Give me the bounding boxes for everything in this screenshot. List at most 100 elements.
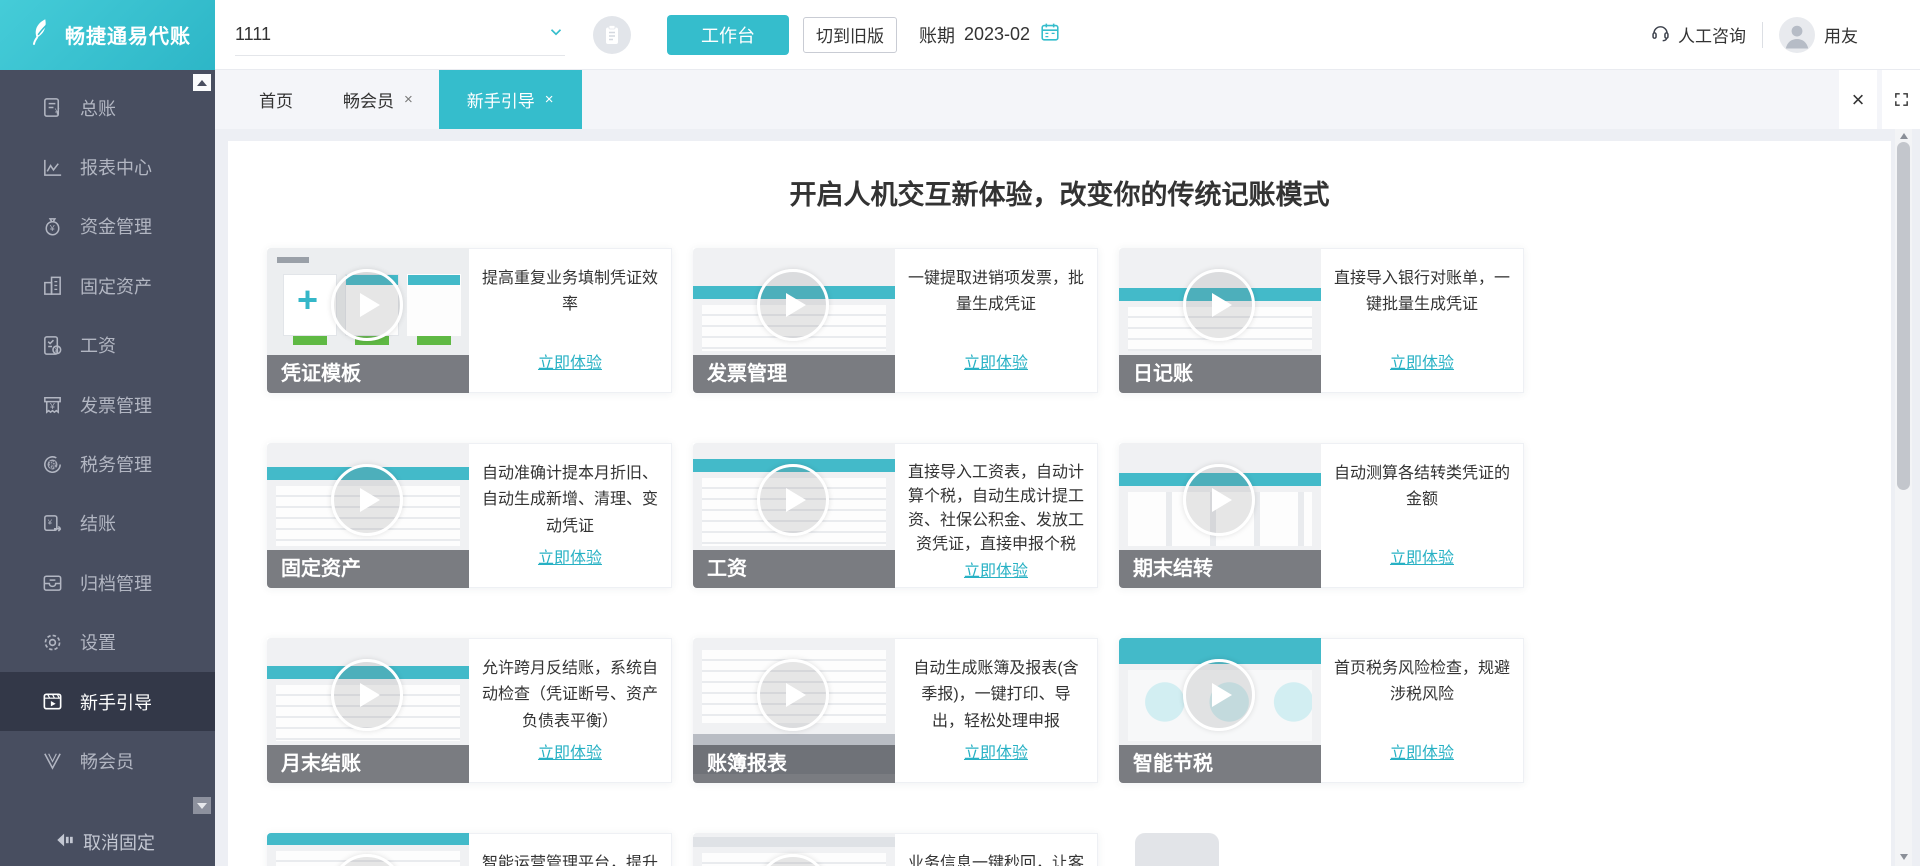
card-description: 提高重复业务填制凭证效率 bbox=[482, 270, 659, 314]
logo[interactable]: 畅捷通易代账 bbox=[0, 0, 215, 70]
sidebar-item-fixed-assets[interactable]: 固定资产 bbox=[0, 256, 215, 315]
video-thumbnail[interactable]: 凭证模板 bbox=[267, 248, 469, 393]
sidebar-item-closing[interactable]: ¥ 结账 bbox=[0, 494, 215, 553]
video-thumbnail[interactable]: 工资 bbox=[693, 443, 895, 588]
scroll-down-icon[interactable] bbox=[1895, 850, 1912, 864]
sidebar-item-fund-management[interactable]: ¥ 资金管理 bbox=[0, 197, 215, 256]
guide-card-account-reports: 账簿报表 自动生成账簿及报表(含季报)，一键打印、导出，轻松处理申报 立即体验 bbox=[693, 638, 1098, 783]
svg-text:¥: ¥ bbox=[54, 346, 58, 354]
ledger-icon: ¥ bbox=[40, 96, 64, 120]
fullscreen-icon[interactable] bbox=[1882, 70, 1920, 129]
play-icon[interactable] bbox=[757, 464, 829, 536]
tab-label: 首页 bbox=[259, 92, 293, 111]
video-label: 固定资产 bbox=[267, 550, 469, 588]
sidebar-scroll-up-icon[interactable] bbox=[193, 74, 211, 91]
try-now-link[interactable]: 立即体验 bbox=[538, 349, 602, 373]
play-icon[interactable] bbox=[1183, 269, 1255, 341]
play-icon[interactable] bbox=[757, 659, 829, 731]
video-thumbnail[interactable] bbox=[267, 833, 469, 866]
main-scrollbar[interactable] bbox=[1895, 129, 1912, 866]
account-selector[interactable]: 1111 bbox=[235, 14, 565, 56]
tab-label: 新手引导 bbox=[466, 92, 535, 111]
sidebar-item-beginner-guide[interactable]: 新手引导 bbox=[0, 671, 215, 732]
play-icon[interactable] bbox=[331, 659, 403, 731]
guide-card-period-end: 期末结转 自动测算各结转类凭证的金额 立即体验 bbox=[1119, 443, 1524, 588]
video-thumbnail[interactable]: 发票管理 bbox=[693, 248, 895, 393]
video-thumbnail[interactable]: 固定资产 bbox=[267, 443, 469, 588]
play-icon[interactable] bbox=[331, 269, 403, 341]
thumbnail-placeholder bbox=[1135, 833, 1219, 866]
card-description: 自动测算各结转类凭证的金额 bbox=[1334, 465, 1511, 509]
scroll-up-icon[interactable] bbox=[1895, 129, 1912, 143]
video-thumbnail[interactable]: 账簿报表 bbox=[693, 638, 895, 783]
card-info: 直接导入银行对账单，一键批量生成凭证 立即体验 bbox=[1321, 248, 1524, 393]
tab-home[interactable]: 首页 bbox=[235, 70, 317, 129]
video-thumbnail[interactable]: 日记账 bbox=[1119, 248, 1321, 393]
sidebar-item-settings[interactable]: 设置 bbox=[0, 613, 215, 672]
try-now-link[interactable]: 立即体验 bbox=[538, 544, 602, 568]
video-label: 智能节税 bbox=[1119, 745, 1321, 783]
play-icon[interactable] bbox=[757, 269, 829, 341]
sidebar-scroll-down-icon[interactable] bbox=[193, 797, 211, 814]
video-thumbnail[interactable]: 月末结账 bbox=[267, 638, 469, 783]
sidebar-item-archive-management[interactable]: 归档管理 bbox=[0, 553, 215, 612]
video-thumbnail[interactable] bbox=[693, 833, 895, 866]
unpin-sidebar-button[interactable]: 取消固定 bbox=[55, 829, 155, 855]
sidebar-item-label: 资金管理 bbox=[80, 217, 152, 238]
scrollbar-thumb[interactable] bbox=[1897, 142, 1910, 490]
logo-text: 畅捷通易代账 bbox=[65, 26, 191, 48]
sidebar: ¥ 总账 报表中心 ¥ 资金管理 固定资产 ¥ 工资 ¥ 发票管理 税 税务管理… bbox=[0, 70, 215, 866]
video-label: 期末结转 bbox=[1119, 550, 1321, 588]
video-label: 账簿报表 bbox=[693, 745, 895, 783]
tab-bar: 首页 畅会员 × 新手引导 × × bbox=[215, 70, 1920, 129]
try-now-link[interactable]: 立即体验 bbox=[1390, 544, 1454, 568]
try-now-link[interactable]: 立即体验 bbox=[964, 557, 1028, 581]
sidebar-item-tax-management[interactable]: 税 税务管理 bbox=[0, 434, 215, 493]
sidebar-item-label: 畅会员 bbox=[80, 751, 134, 772]
card-info: 自动测算各结转类凭证的金额 立即体验 bbox=[1321, 443, 1524, 588]
calendar-icon[interactable] bbox=[1039, 21, 1061, 48]
play-icon[interactable] bbox=[1183, 464, 1255, 536]
accounting-period: 账期 2023-02 bbox=[919, 21, 1061, 48]
clipboard-badge-icon[interactable] bbox=[593, 15, 631, 54]
period-value[interactable]: 2023-02 bbox=[964, 24, 1030, 45]
switch-old-version-button[interactable]: 切到旧版 bbox=[803, 16, 897, 53]
tax-icon: 税 bbox=[40, 452, 64, 476]
guide-card-fixed-assets: 固定资产 自动准确计提本月折旧、自动生成新增、清理、变动凭证 立即体验 bbox=[267, 443, 672, 588]
close-tab-icon[interactable]: × bbox=[545, 91, 554, 108]
close-tab-icon[interactable]: × bbox=[404, 91, 413, 108]
try-now-link[interactable]: 立即体验 bbox=[964, 349, 1028, 373]
video-thumbnail[interactable]: 智能节税 bbox=[1119, 638, 1321, 783]
guide-card-invoice: 发票管理 一键提取进销项发票，批量生成凭证 立即体验 bbox=[693, 248, 1098, 393]
card-info: 业务信息一键秒回，让客 bbox=[895, 833, 1098, 866]
try-now-link[interactable]: 立即体验 bbox=[1390, 739, 1454, 763]
sidebar-item-salary[interactable]: ¥ 工资 bbox=[0, 316, 215, 375]
tab-beginner-guide[interactable]: 新手引导 × bbox=[438, 70, 582, 129]
sidebar-nav: ¥ 总账 报表中心 ¥ 资金管理 固定资产 ¥ 工资 ¥ 发票管理 税 税务管理… bbox=[0, 70, 215, 791]
card-description: 直接导入工资表，自动计算个税，自动生成计提工资、社保公积金、发放工资凭证，直接申… bbox=[908, 464, 1085, 553]
play-icon[interactable] bbox=[331, 464, 403, 536]
play-icon[interactable] bbox=[1183, 659, 1255, 731]
play-icon[interactable] bbox=[331, 854, 403, 866]
tab-member[interactable]: 畅会员 × bbox=[319, 70, 437, 129]
try-now-link[interactable]: 立即体验 bbox=[538, 739, 602, 763]
try-now-link[interactable]: 立即体验 bbox=[1390, 349, 1454, 373]
workbench-button[interactable]: 工作台 bbox=[667, 14, 789, 55]
sidebar-item-member[interactable]: 畅会员 bbox=[0, 731, 215, 790]
sidebar-item-label: 固定资产 bbox=[80, 276, 152, 297]
try-now-link[interactable]: 立即体验 bbox=[964, 739, 1028, 763]
support-button[interactable]: 人工咨询 bbox=[1650, 22, 1746, 48]
close-all-tabs-icon[interactable]: × bbox=[1839, 70, 1877, 129]
sidebar-item-report-center[interactable]: 报表中心 bbox=[0, 137, 215, 196]
sidebar-item-general-ledger[interactable]: ¥ 总账 bbox=[0, 78, 215, 137]
video-guide-icon bbox=[40, 690, 64, 714]
card-description: 直接导入银行对账单，一键批量生成凭证 bbox=[1334, 270, 1511, 314]
user-menu[interactable]: 用友 bbox=[1779, 16, 1858, 53]
header: 畅捷通易代账 1111 工作台 切到旧版 账期 2023-02 人工咨询 用友 bbox=[0, 0, 1920, 70]
video-thumbnail[interactable]: 期末结转 bbox=[1119, 443, 1321, 588]
tabbar-actions: × bbox=[1834, 70, 1920, 129]
sidebar-item-label: 归档管理 bbox=[80, 573, 152, 594]
header-divider bbox=[1762, 21, 1763, 48]
play-icon[interactable] bbox=[757, 854, 829, 866]
sidebar-item-invoice-management[interactable]: ¥ 发票管理 bbox=[0, 375, 215, 434]
